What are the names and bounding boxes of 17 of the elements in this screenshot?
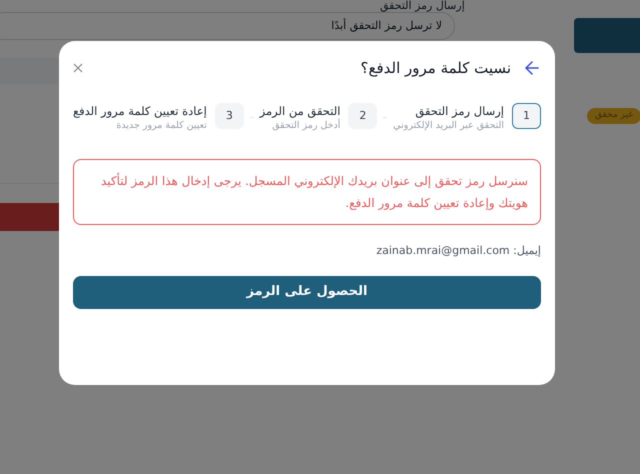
dialog-title: نسيت كلمة مرور الدفع؟ xyxy=(360,58,511,79)
step-title: إرسال رمز التحقق xyxy=(414,103,504,119)
step-title: التحقق من الرمز xyxy=(260,103,340,118)
step-subtitle: أدخل رمز التحقق xyxy=(271,119,340,133)
step-number: 1 xyxy=(512,103,541,129)
step-subtitle: تعيين كلمة مرور جديدة xyxy=(115,119,207,133)
step-title: إعادة تعيين كلمة مرور الدفع xyxy=(73,103,207,119)
step-number: 2 xyxy=(348,103,378,129)
field-label: إرسال رمز التحقق xyxy=(380,0,465,12)
notice-message: سنرسل رمز تحقق إلى عنوان بريدك الإلكتروني المسجل. يرجى إدخال هذا الرمز لتأكيد هويتك وإعادة تعيين كلمة مرور الدفع. xyxy=(73,159,541,225)
back-arrow-icon[interactable] xyxy=(525,61,539,75)
select-field[interactable]: لا ترسل رمز التحقق أبدًا xyxy=(0,12,455,40)
step-number: 3 xyxy=(214,103,244,129)
step-subtitle: التحقق عبر البريد الإلكتروني xyxy=(393,119,504,133)
get-code-button[interactable]: الحصول على الرمز xyxy=(73,276,541,308)
email-text: إيميل: zainab.mrai@gmail.com xyxy=(375,243,541,259)
close-icon[interactable] xyxy=(73,63,83,73)
